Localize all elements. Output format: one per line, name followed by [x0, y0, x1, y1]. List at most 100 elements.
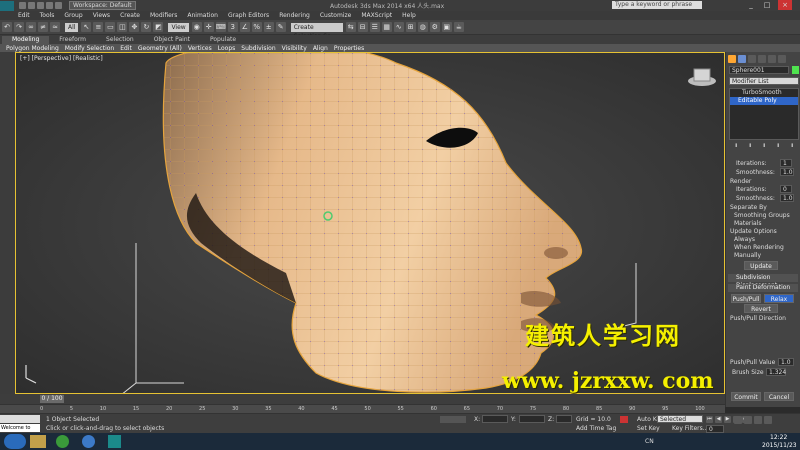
workspace-dropdown[interactable]: Workspace: Default: [69, 1, 136, 10]
menu-create[interactable]: Create: [120, 12, 140, 19]
stack-item-turbosmooth[interactable]: TurboSmooth: [730, 89, 798, 97]
configure-sets-icon[interactable]: ╹: [790, 144, 794, 152]
graphite-icon[interactable]: ▦: [381, 22, 392, 32]
make-unique-icon[interactable]: ╹: [762, 144, 766, 152]
play-icon[interactable]: ▶: [724, 416, 731, 423]
display-tab-icon[interactable]: [768, 55, 776, 63]
menu-modifiers[interactable]: Modifiers: [150, 12, 177, 19]
zoom-all-icon[interactable]: [744, 416, 752, 424]
render-smoothness-input[interactable]: 1.0: [780, 194, 794, 202]
ribbon-polygon-modeling[interactable]: Polygon Modeling: [6, 45, 59, 52]
rendered-frame-icon[interactable]: ▣: [441, 22, 452, 32]
maxscript-listener[interactable]: [0, 415, 40, 423]
brush-size-input[interactable]: 1.324: [766, 368, 786, 376]
keyboard-shortcut-icon[interactable]: ⌨: [215, 22, 226, 32]
rect-selection-icon[interactable]: ▭: [105, 22, 116, 32]
rotate-icon[interactable]: ↻: [141, 22, 152, 32]
mirror-icon[interactable]: ⇆: [345, 22, 356, 32]
snap-icon[interactable]: 3: [227, 22, 238, 32]
x-coord-input[interactable]: [482, 415, 508, 423]
menu-animation[interactable]: Animation: [187, 12, 218, 19]
select-object-icon[interactable]: ↖: [81, 22, 92, 32]
create-tab-icon[interactable]: [728, 55, 736, 63]
zoom-extents-icon[interactable]: [754, 416, 762, 424]
chrome-icon[interactable]: [56, 435, 69, 448]
clock-time[interactable]: 12:22: [770, 434, 787, 441]
manually-radio[interactable]: Manually: [734, 252, 761, 259]
paint-deformation-rollout[interactable]: Paint Deformation: [728, 284, 798, 292]
close-button[interactable]: ×: [778, 0, 792, 10]
remove-modifier-icon[interactable]: ╹: [776, 144, 780, 152]
time-slider[interactable]: 0 / 100: [0, 394, 725, 404]
tab-selection[interactable]: Selection: [96, 36, 144, 44]
schematic-icon[interactable]: ⊞: [405, 22, 416, 32]
time-slider-thumb[interactable]: 0 / 100: [40, 395, 64, 403]
key-mode-dropdown[interactable]: Selected: [657, 415, 703, 423]
prev-frame-icon[interactable]: ◀: [715, 416, 722, 423]
move-icon[interactable]: ✥: [129, 22, 140, 32]
manipulate-icon[interactable]: ✛: [203, 22, 214, 32]
layer-icon[interactable]: ☰: [369, 22, 380, 32]
edit-named-sel-icon[interactable]: ✎: [275, 22, 286, 32]
motion-tab-icon[interactable]: [758, 55, 766, 63]
show-end-result-icon[interactable]: ╹: [748, 144, 752, 152]
revert-button[interactable]: Revert: [744, 304, 778, 313]
spinner-snap-icon[interactable]: ±: [263, 22, 274, 32]
menu-views[interactable]: Views: [93, 12, 110, 19]
zoom-extents-all-icon[interactable]: [764, 416, 772, 424]
key-filters-button[interactable]: Key Filters...: [672, 425, 709, 432]
object-color-swatch[interactable]: [792, 66, 799, 74]
ribbon-subdivision[interactable]: Subdivision: [241, 45, 275, 52]
pivot-icon[interactable]: ◉: [191, 22, 202, 32]
save-icon[interactable]: [37, 2, 44, 9]
undo-icon[interactable]: [46, 2, 53, 9]
modifier-list-dropdown[interactable]: Modifier List: [729, 77, 799, 85]
ref-coord-dropdown[interactable]: View: [168, 22, 189, 32]
new-icon[interactable]: [19, 2, 26, 9]
current-frame-input[interactable]: 0: [706, 425, 724, 433]
push-pull-button[interactable]: Push/Pull: [731, 294, 761, 303]
smoothness-input[interactable]: 1.0: [780, 168, 794, 176]
pin-stack-icon[interactable]: ╹: [734, 144, 738, 152]
3dsmax-taskbar-icon[interactable]: [108, 435, 121, 448]
select-by-name-icon[interactable]: ≡: [93, 22, 104, 32]
ribbon-edit[interactable]: Edit: [120, 45, 132, 52]
auto-key-icon[interactable]: [620, 416, 628, 423]
ribbon-geometry-all[interactable]: Geometry (All): [138, 45, 182, 52]
menu-edit[interactable]: Edit: [18, 12, 30, 19]
maximize-button[interactable]: □: [760, 0, 774, 10]
subdivision-displacement-rollout[interactable]: Subdivision Displacement: [728, 274, 798, 289]
menu-graph-editors[interactable]: Graph Editors: [228, 12, 269, 19]
app-k-icon[interactable]: [82, 435, 95, 448]
unlink-icon[interactable]: ≠: [38, 22, 48, 32]
explorer-icon[interactable]: [30, 435, 46, 448]
ribbon-properties[interactable]: Properties: [334, 45, 364, 52]
curve-editor-icon[interactable]: ∿: [393, 22, 404, 32]
push-pull-value-input[interactable]: 1.0: [778, 358, 794, 366]
zoom-icon[interactable]: [734, 416, 742, 424]
selection-filter-dropdown[interactable]: All: [65, 22, 79, 32]
menu-rendering[interactable]: Rendering: [279, 12, 310, 19]
render-iterations-input[interactable]: 0: [780, 185, 792, 193]
smoothing-groups-checkbox[interactable]: Smoothing Groups: [734, 212, 790, 219]
material-editor-icon[interactable]: ◍: [417, 22, 428, 32]
z-coord-input[interactable]: [556, 415, 572, 423]
undo-toolbar-icon[interactable]: ↶: [2, 22, 12, 32]
ribbon-vertices[interactable]: Vertices: [188, 45, 212, 52]
ribbon-align[interactable]: Align: [313, 45, 328, 52]
angle-snap-icon[interactable]: ∠: [239, 22, 250, 32]
lock-selection-icon[interactable]: [440, 416, 466, 423]
goto-start-icon[interactable]: ⏮: [706, 416, 713, 423]
hierarchy-tab-icon[interactable]: [748, 55, 756, 63]
window-crossing-icon[interactable]: ◫: [117, 22, 128, 32]
commit-button[interactable]: Commit: [731, 392, 761, 401]
tab-object-paint[interactable]: Object Paint: [144, 36, 200, 44]
link-icon[interactable]: ∞: [26, 22, 36, 32]
modify-tab-icon[interactable]: [738, 55, 746, 63]
app-logo-icon[interactable]: [0, 0, 14, 11]
ribbon-visibility[interactable]: Visibility: [282, 45, 307, 52]
render-setup-icon[interactable]: ⚙: [429, 22, 440, 32]
always-radio[interactable]: Always: [734, 236, 755, 243]
menu-maxscript[interactable]: MAXScript: [361, 12, 392, 19]
menu-group[interactable]: Group: [64, 12, 82, 19]
